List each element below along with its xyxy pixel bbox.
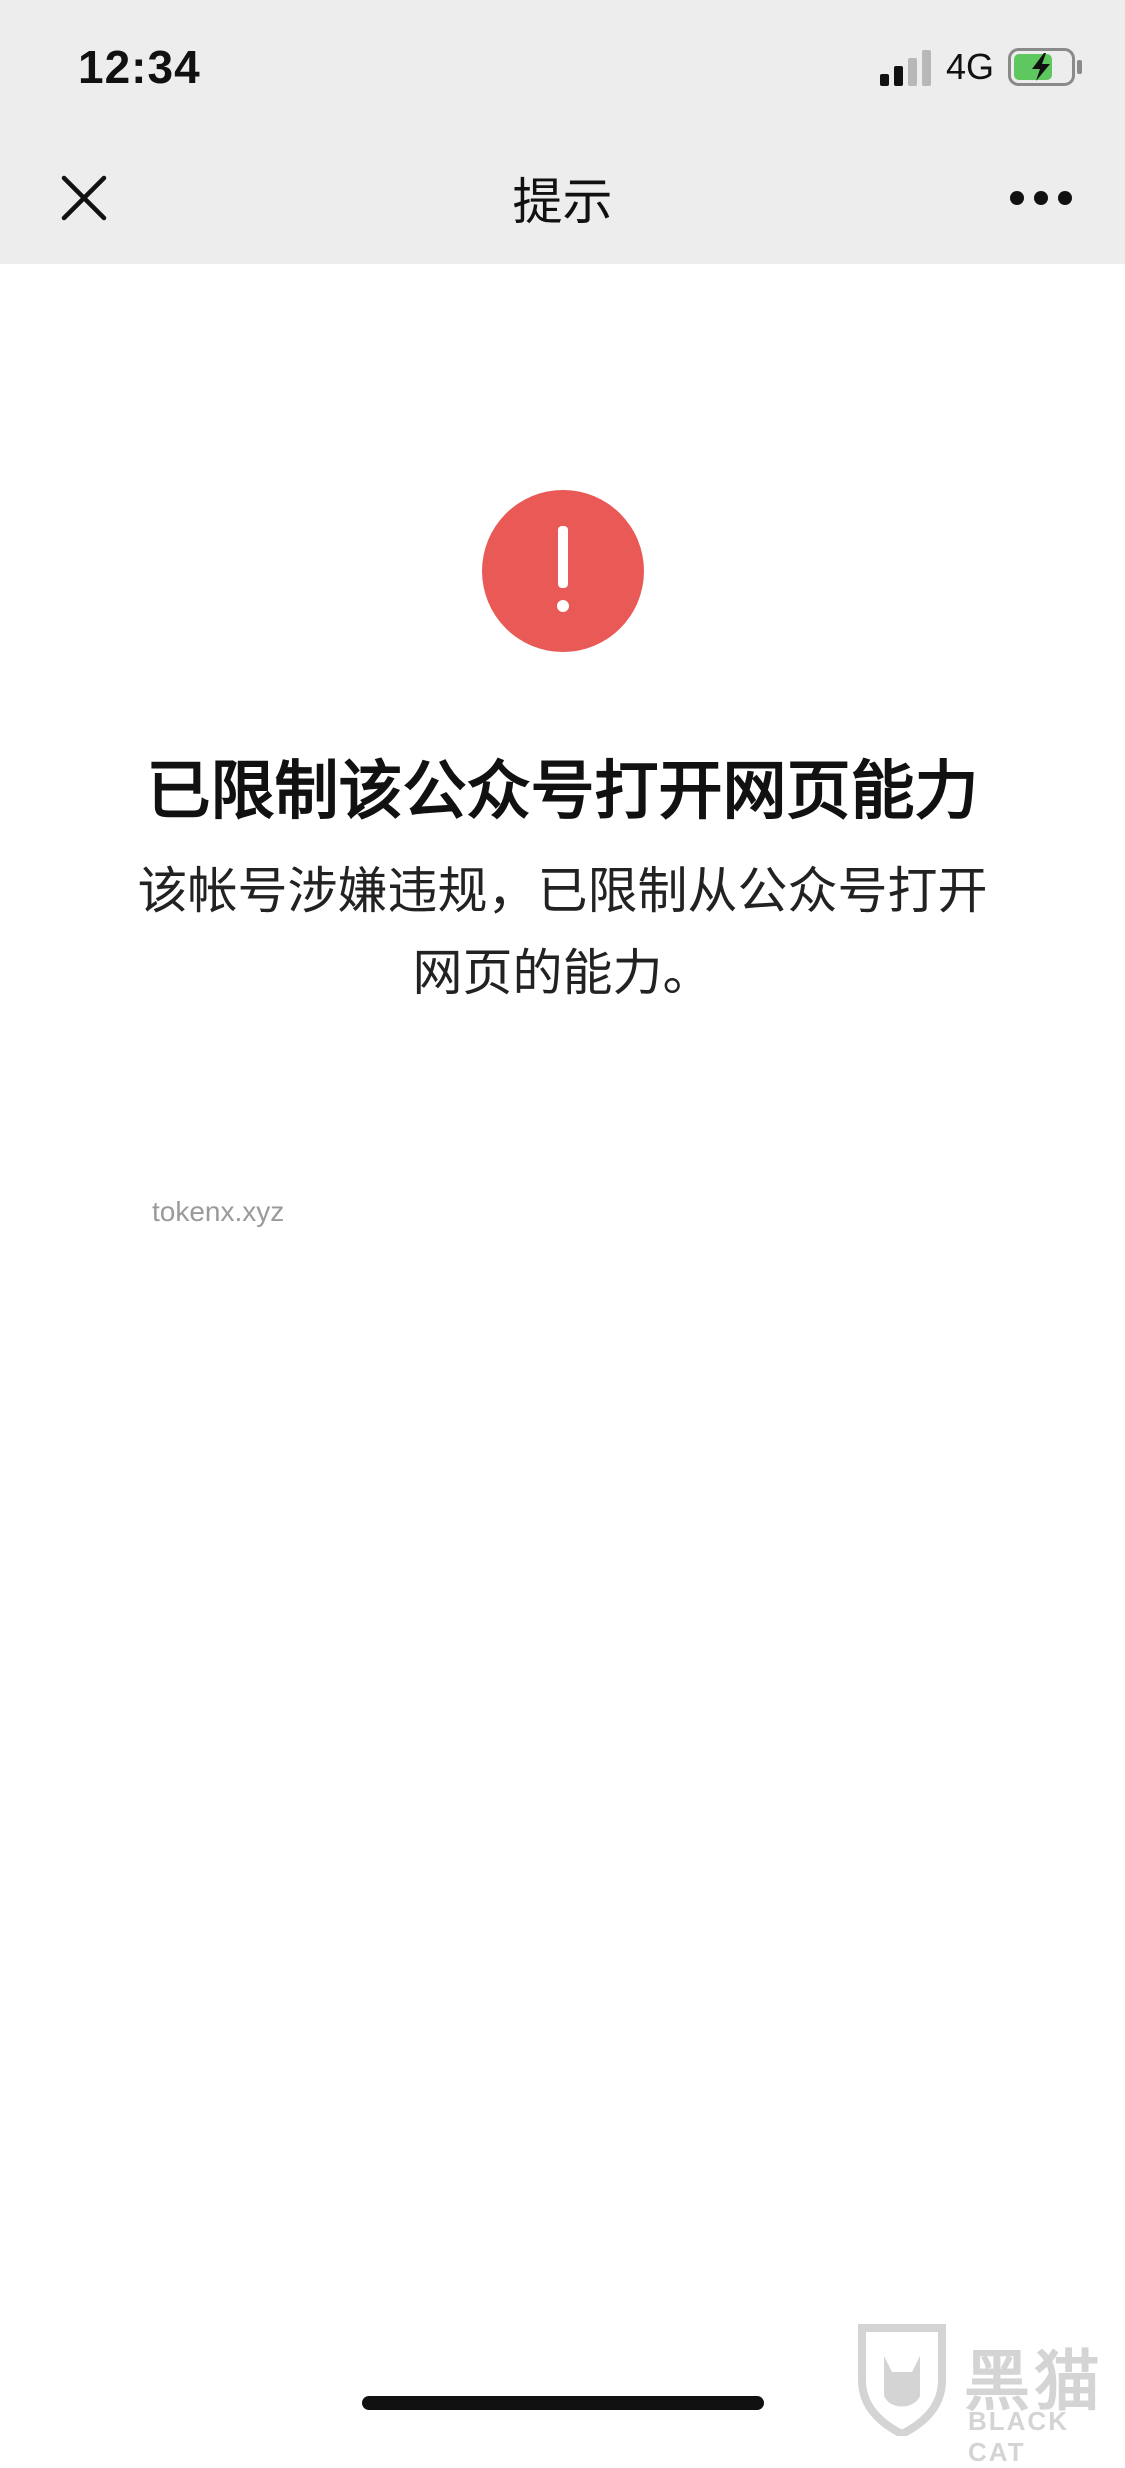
battery-charging-icon (1008, 48, 1082, 86)
home-indicator[interactable] (362, 2396, 764, 2410)
cat-shield-icon (858, 2324, 946, 2436)
signal-icon (880, 50, 931, 86)
page-title: 提示 (512, 173, 613, 231)
alert-description-line1: 该帐号涉嫌违规，已限制从公众号打开 (137, 862, 988, 920)
alert-icon (482, 490, 644, 652)
alert-headline: 已限制该公众号打开网页能力 (146, 755, 979, 829)
top-bar: 12:34 4G 提示 (0, 0, 1125, 264)
domain-label: tokenx.xyz (152, 1196, 285, 1227)
alert-description: 该帐号涉嫌违规，已限制从公众号打开 网页的能力。 (100, 850, 1025, 1014)
alert-icon-dot (557, 600, 569, 612)
alert-description-line2: 网页的能力。 (412, 944, 713, 1002)
status-time: 12:34 (78, 41, 201, 93)
watermark: 黑猫 BLACK CAT (852, 2320, 1125, 2467)
more-icon[interactable] (1008, 188, 1074, 208)
watermark-sub-text: BLACK CAT (968, 2406, 1069, 2467)
network-label: 4G (946, 46, 995, 87)
alert-icon-bar (558, 526, 568, 588)
